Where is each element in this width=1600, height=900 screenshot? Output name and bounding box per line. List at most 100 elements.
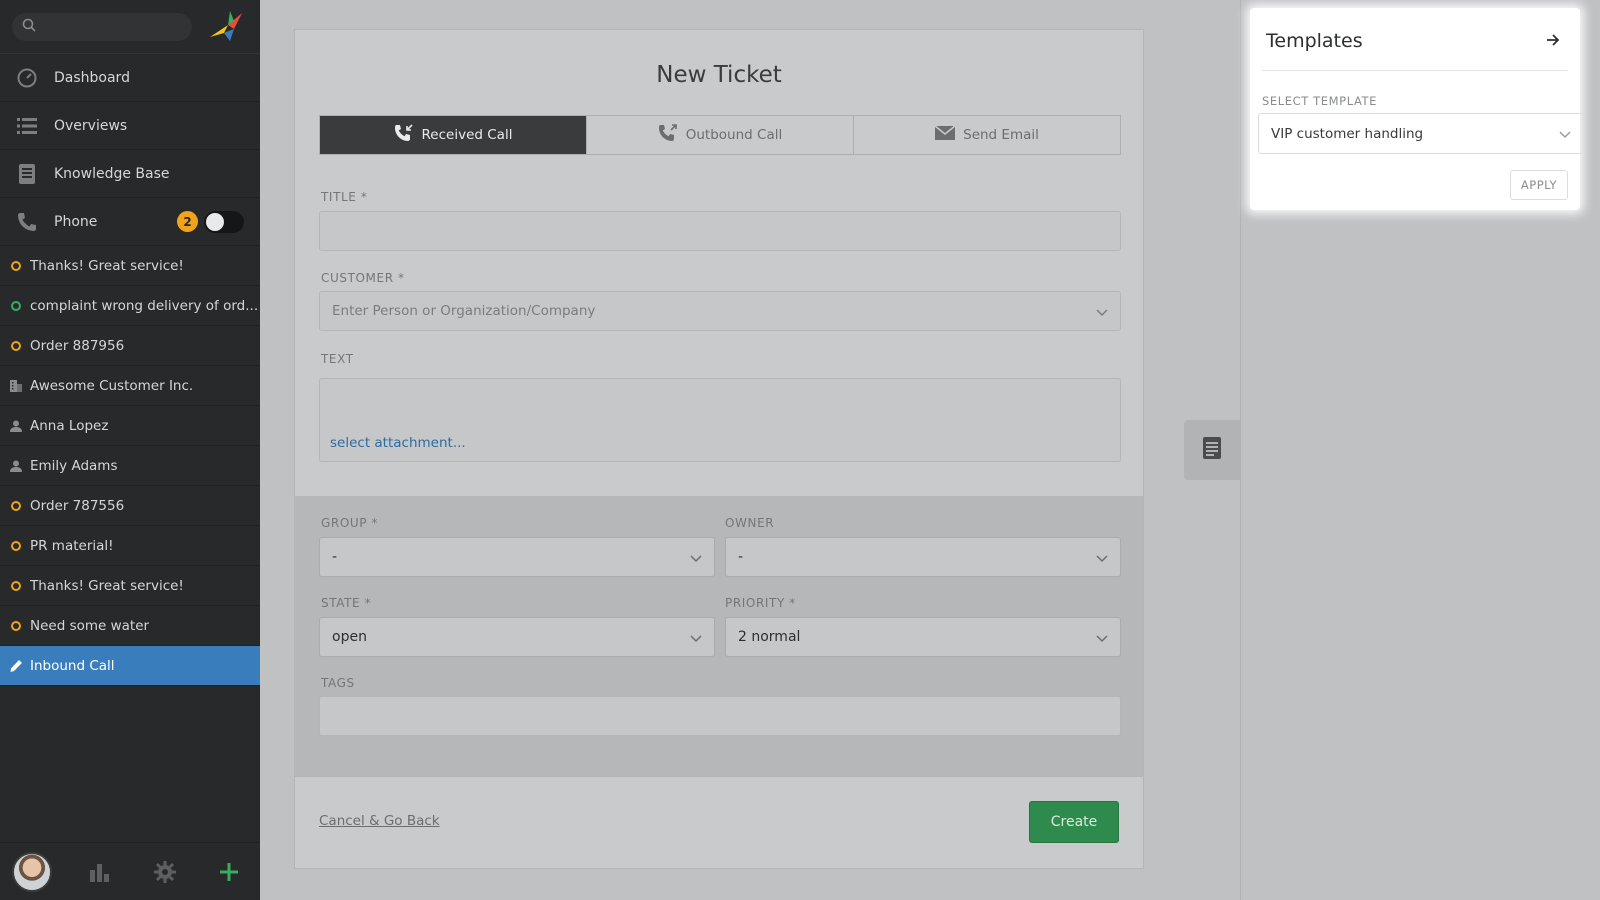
ticket-type-tabs: Received Call Outbound Call Send Email bbox=[319, 115, 1121, 155]
task-item[interactable]: Need some water bbox=[0, 606, 260, 646]
task-label: Awesome Customer Inc. bbox=[30, 377, 194, 394]
organization-icon bbox=[10, 379, 22, 392]
select-attachment-link[interactable]: select attachment... bbox=[330, 435, 466, 451]
task-item-active[interactable]: Inbound Call bbox=[0, 646, 260, 686]
main-content: New Ticket Received Call Outbound Call S… bbox=[260, 0, 1240, 900]
task-item[interactable]: PR material! bbox=[0, 526, 260, 566]
task-item[interactable]: Order 787556 bbox=[0, 486, 260, 526]
task-label: Emily Adams bbox=[30, 457, 118, 474]
group-value: - bbox=[332, 549, 338, 565]
task-label: Anna Lopez bbox=[30, 417, 109, 434]
chevron-down-icon bbox=[1096, 551, 1108, 567]
task-label: complaint wrong delivery of ord... bbox=[30, 297, 259, 314]
task-item[interactable]: Thanks! Great service! bbox=[0, 566, 260, 606]
state-value: open bbox=[332, 629, 367, 645]
template-select[interactable]: VIP customer handling bbox=[1258, 113, 1584, 154]
gear-icon[interactable] bbox=[150, 857, 180, 887]
chevron-down-icon bbox=[690, 551, 702, 567]
tab-outbound-call[interactable]: Outbound Call bbox=[587, 116, 854, 154]
create-button[interactable]: Create bbox=[1029, 801, 1119, 843]
search-input[interactable] bbox=[12, 12, 192, 41]
customer-label: CUSTOMER * bbox=[321, 271, 405, 285]
nav-item-knowledge-base[interactable]: Knowledge Base bbox=[0, 150, 260, 198]
text-editor[interactable]: select attachment... bbox=[319, 378, 1121, 462]
customer-input[interactable]: Enter Person or Organization/Company bbox=[319, 291, 1121, 331]
form-footer: Cancel & Go Back Create bbox=[295, 776, 1143, 868]
tab-received-call[interactable]: Received Call bbox=[320, 116, 587, 154]
list-icon bbox=[16, 115, 38, 137]
phone-icon bbox=[16, 211, 38, 233]
tab-send-email[interactable]: Send Email bbox=[854, 116, 1120, 154]
ticket-open-icon bbox=[10, 340, 22, 352]
new-ticket-form: New Ticket Received Call Outbound Call S… bbox=[294, 29, 1144, 869]
chevron-down-icon bbox=[690, 631, 702, 647]
tab-label: Outbound Call bbox=[685, 127, 783, 143]
arrow-right-icon[interactable] bbox=[1546, 34, 1560, 50]
state-select[interactable]: open bbox=[319, 617, 715, 657]
templates-panel: Templates SELECT TEMPLATE VIP customer h… bbox=[1250, 8, 1584, 210]
owner-select[interactable]: - bbox=[725, 537, 1121, 577]
cancel-link[interactable]: Cancel & Go Back bbox=[319, 813, 440, 829]
nav-label: Knowledge Base bbox=[54, 165, 170, 182]
group-select[interactable]: - bbox=[319, 537, 715, 577]
ticket-open-icon bbox=[10, 620, 22, 632]
task-item[interactable]: Anna Lopez bbox=[0, 406, 260, 446]
email-icon bbox=[934, 125, 963, 144]
nav-item-phone[interactable]: Phone 2 bbox=[0, 198, 260, 246]
ticket-open-icon bbox=[10, 500, 22, 512]
title-input[interactable] bbox=[319, 211, 1121, 251]
toggle-knob bbox=[206, 212, 224, 231]
apply-button[interactable]: APPLY bbox=[1510, 170, 1568, 200]
task-item[interactable]: complaint wrong delivery of ord... bbox=[0, 286, 260, 326]
task-item[interactable]: Emily Adams bbox=[0, 446, 260, 486]
task-label: Need some water bbox=[30, 617, 150, 634]
tab-label: Send Email bbox=[963, 127, 1039, 143]
ticket-open-icon bbox=[10, 540, 22, 552]
nav-label: Dashboard bbox=[54, 69, 130, 86]
phone-availability-toggle[interactable] bbox=[204, 210, 244, 233]
task-item[interactable]: Order 887956 bbox=[0, 326, 260, 366]
tags-input[interactable] bbox=[319, 696, 1121, 736]
template-selected-value: VIP customer handling bbox=[1271, 125, 1424, 142]
task-item[interactable]: Awesome Customer Inc. bbox=[0, 366, 260, 406]
book-icon bbox=[16, 163, 38, 185]
outbound-call-icon bbox=[658, 124, 686, 146]
task-item[interactable]: Thanks! Great service! bbox=[0, 246, 260, 286]
text-label: TEXT bbox=[321, 352, 354, 366]
sidebar-search-row bbox=[0, 0, 260, 54]
task-label: Order 887956 bbox=[30, 337, 125, 354]
sidebar-footer bbox=[0, 842, 260, 900]
reports-icon[interactable] bbox=[86, 857, 116, 887]
page-title: New Ticket bbox=[656, 62, 782, 88]
priority-label: PRIORITY * bbox=[725, 596, 796, 610]
task-label: Order 787556 bbox=[30, 497, 125, 514]
search-icon bbox=[22, 18, 36, 36]
phone-count-badge: 2 bbox=[177, 211, 198, 232]
app-logo[interactable] bbox=[206, 7, 246, 47]
owner-label: OWNER bbox=[725, 516, 775, 530]
ticket-open-icon bbox=[10, 580, 22, 592]
owner-value: - bbox=[738, 549, 744, 565]
received-call-icon bbox=[394, 124, 422, 146]
dashboard-icon bbox=[16, 67, 38, 89]
plus-icon[interactable] bbox=[214, 857, 244, 887]
person-icon bbox=[10, 460, 22, 472]
nav-label: Phone bbox=[54, 213, 98, 230]
nav-label: Overviews bbox=[54, 117, 128, 134]
nav-item-overviews[interactable]: Overviews bbox=[0, 102, 260, 150]
task-label: Inbound Call bbox=[30, 657, 115, 674]
nav-item-dashboard[interactable]: Dashboard bbox=[0, 54, 260, 102]
tags-label: TAGS bbox=[321, 676, 355, 690]
ticket-open-icon bbox=[10, 260, 22, 272]
person-icon bbox=[10, 420, 22, 432]
task-label: Thanks! Great service! bbox=[30, 577, 184, 594]
priority-select[interactable]: 2 normal bbox=[725, 617, 1121, 657]
title-label: TITLE * bbox=[321, 190, 368, 204]
divider bbox=[1262, 70, 1568, 71]
avatar[interactable] bbox=[12, 851, 52, 892]
customer-placeholder: Enter Person or Organization/Company bbox=[332, 303, 596, 319]
priority-value: 2 normal bbox=[738, 629, 801, 645]
sidebar-toggle-tab[interactable] bbox=[1184, 420, 1240, 480]
state-label: STATE * bbox=[321, 596, 372, 610]
templates-title: Templates bbox=[1266, 30, 1363, 52]
